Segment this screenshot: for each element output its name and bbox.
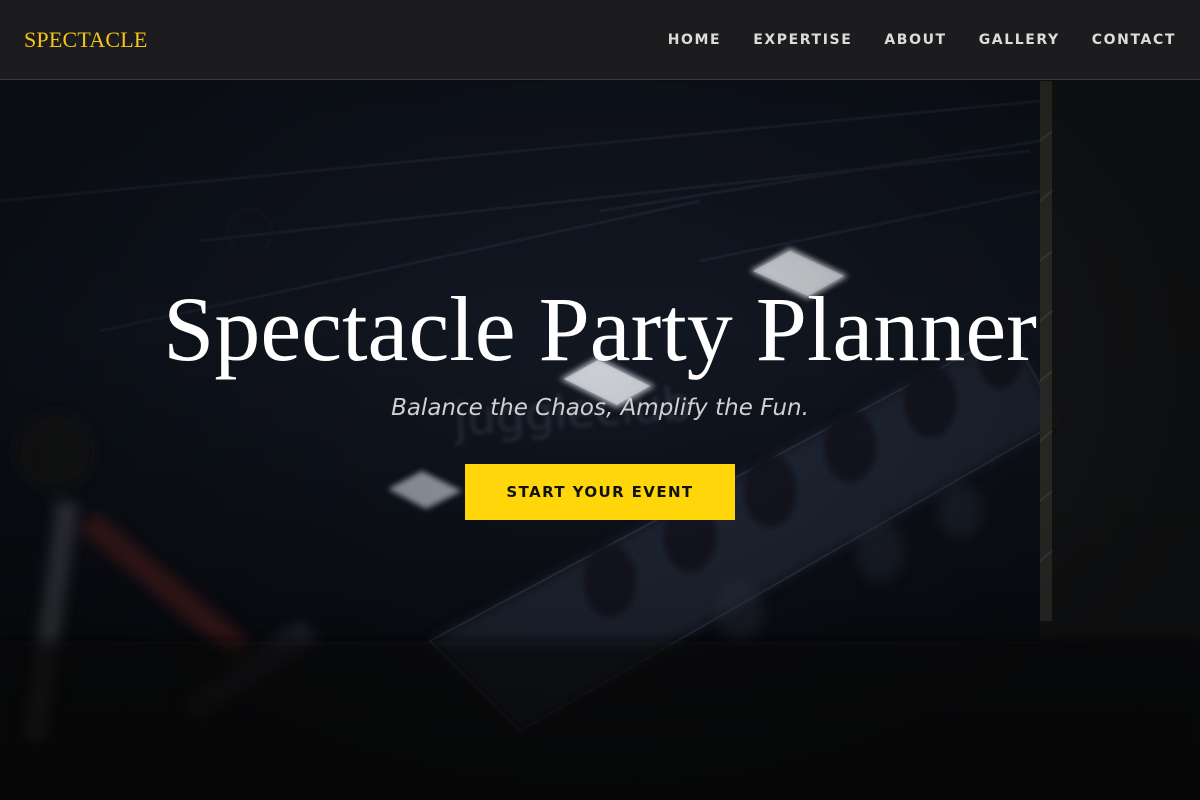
nav-gallery-link[interactable]: GALLERY — [979, 32, 1060, 48]
main-nav: HOME EXPERTISE ABOUT GALLERY CONTACT — [668, 32, 1176, 48]
start-event-button[interactable]: START YOUR EVENT — [465, 464, 735, 520]
navbar: SPECTACLE HOME EXPERTISE ABOUT GALLERY C… — [0, 0, 1200, 80]
nav-about-link[interactable]: ABOUT — [884, 32, 946, 48]
nav-contact-link[interactable]: CONTACT — [1092, 32, 1176, 48]
nav-expertise-link[interactable]: EXPERTISE — [753, 32, 852, 48]
hero-content: Spectacle Party Planner Balance the Chao… — [0, 81, 1200, 800]
nav-home-link[interactable]: HOME — [668, 32, 722, 48]
brand-logo-link[interactable]: SPECTACLE — [24, 27, 148, 53]
hero-title: Spectacle Party Planner — [163, 278, 1037, 380]
hero-subtitle: Balance the Chaos, Amplify the Fun. — [391, 395, 809, 421]
hero-section: juggleclub — [0, 81, 1200, 800]
